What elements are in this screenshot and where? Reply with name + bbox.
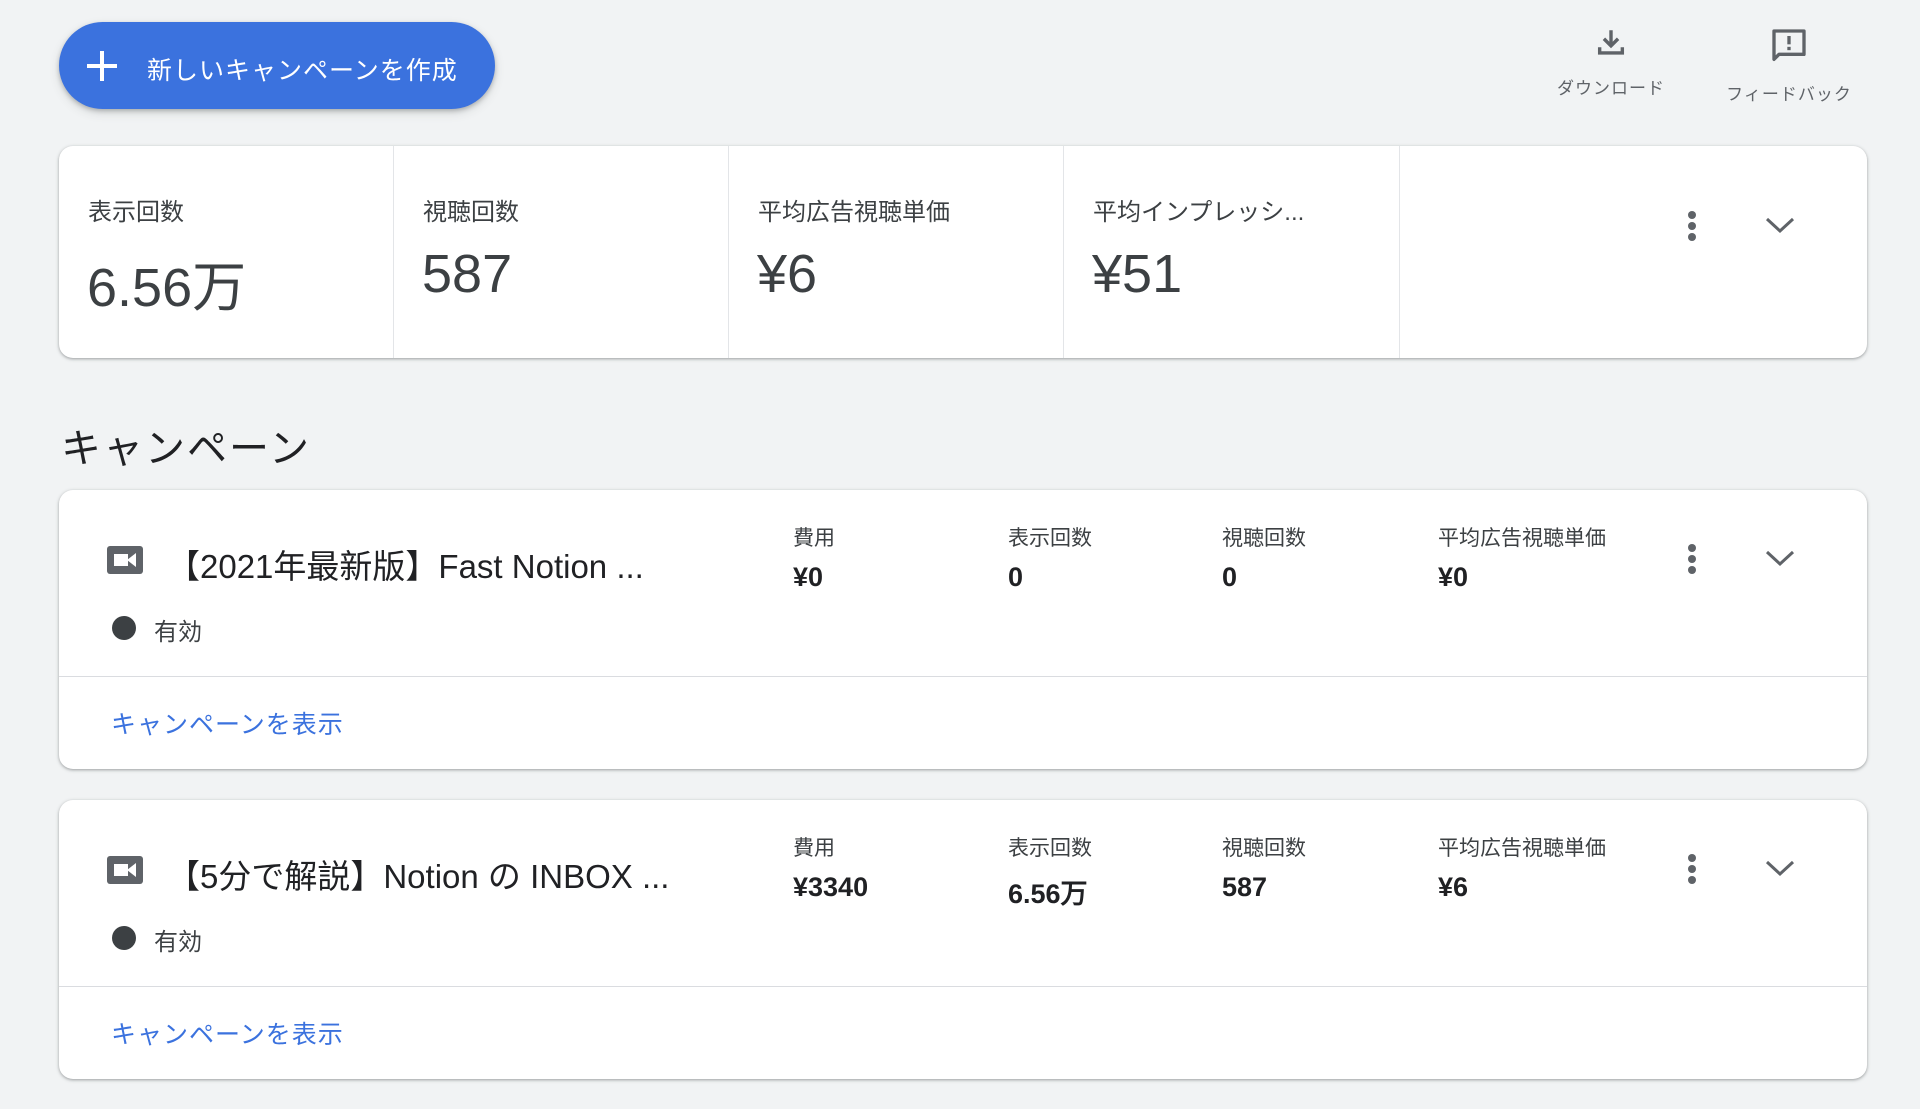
create-campaign-button[interactable]: 新しいキャンペーンを作成 — [59, 22, 495, 109]
campaign-name[interactable]: 【2021年最新版】Fast Notion ... — [167, 540, 644, 588]
video-campaign-icon — [107, 546, 143, 574]
download-label: ダウンロード — [1557, 79, 1665, 98]
download-button[interactable]: ダウンロード — [1536, 26, 1686, 99]
metric-value: ¥3340 — [793, 872, 869, 902]
more-options-button[interactable] — [1672, 538, 1712, 578]
campaign-metric-avg-cpv: 平均広告視聴単価 ¥6 — [1438, 832, 1606, 903]
metric-value: ¥51 — [1092, 244, 1183, 304]
divider — [59, 986, 1867, 987]
video-campaign-icon — [107, 856, 143, 884]
more-options-button[interactable] — [1672, 848, 1712, 888]
campaign-metric-impressions: 表示回数 0 — [1008, 522, 1092, 593]
view-campaign-link[interactable]: キャンペーンを表示 — [111, 1015, 344, 1051]
metric-value: 0 — [1008, 562, 1024, 592]
metric-label: 表示回数 — [1008, 527, 1092, 550]
metric-value: ¥0 — [793, 562, 824, 592]
kebab-icon — [1688, 854, 1696, 862]
campaign-metric-cost: 費用 ¥0 — [793, 522, 835, 593]
create-campaign-label: 新しいキャンペーンを作成 — [147, 57, 458, 85]
kebab-icon — [1688, 544, 1696, 552]
feedback-label: フィードバック — [1726, 85, 1852, 104]
metric-label: 視聴回数 — [1222, 527, 1306, 550]
metric-value: 0 — [1222, 562, 1238, 592]
metric-label: 表示回数 — [88, 199, 184, 226]
metric-value: ¥6 — [757, 244, 818, 304]
campaign-metric-views: 視聴回数 587 — [1222, 832, 1306, 903]
status-label: 有効 — [154, 929, 202, 956]
metric-label: 平均インプレッシ... — [1093, 199, 1305, 226]
summary-metric-views[interactable]: 視聴回数 587 — [394, 146, 729, 358]
metric-value: 587 — [1222, 872, 1268, 902]
status-dot-icon — [112, 926, 136, 950]
kebab-icon — [1688, 211, 1696, 219]
metric-label: 平均広告視聴単価 — [758, 199, 950, 226]
metric-label: 表示回数 — [1008, 837, 1092, 860]
section-title: キャンペーン — [61, 427, 311, 471]
summary-metric-impressions[interactable]: 表示回数 6.56万 — [59, 146, 394, 358]
campaign-metric-impressions: 表示回数 6.56万 — [1008, 832, 1092, 911]
metric-label: 費用 — [793, 527, 835, 550]
metric-value: ¥0 — [1438, 562, 1469, 592]
metric-value: ¥6 — [1438, 872, 1469, 902]
feedback-button[interactable]: フィードバック — [1714, 26, 1864, 105]
summary-metric-avg-cpm[interactable]: 平均インプレッシ... ¥51 — [1064, 146, 1400, 358]
feedback-icon — [1772, 29, 1806, 61]
status-label: 有効 — [154, 619, 202, 646]
summary-card: 表示回数 6.56万 視聴回数 587 平均広告視聴単価 ¥6 平均インプレッシ… — [59, 146, 1867, 358]
campaign-metric-cost: 費用 ¥3340 — [793, 832, 868, 903]
campaign-card: 【5分で解説】Notion の INBOX ... 有効 費用 ¥3340 表示… — [59, 800, 1867, 1079]
metric-value: 6.56万 — [87, 258, 247, 318]
summary-metric-avg-cpv[interactable]: 平均広告視聴単価 ¥6 — [729, 146, 1064, 358]
metric-value: 587 — [422, 244, 513, 304]
metric-label: 平均広告視聴単価 — [1438, 527, 1606, 550]
more-options-button[interactable] — [1672, 205, 1712, 245]
metric-label: 視聴回数 — [1222, 837, 1306, 860]
plus-icon — [87, 51, 117, 81]
metric-value: 6.56万 — [1008, 879, 1088, 909]
chevron-down-icon[interactable] — [1760, 205, 1800, 245]
metric-label: 費用 — [793, 837, 835, 860]
divider — [59, 676, 1867, 677]
campaign-card: 【2021年最新版】Fast Notion ... 有効 費用 ¥0 表示回数 … — [59, 490, 1867, 769]
campaign-metric-views: 視聴回数 0 — [1222, 522, 1306, 593]
chevron-down-icon[interactable] — [1760, 848, 1800, 888]
campaign-name[interactable]: 【5分で解説】Notion の INBOX ... — [167, 850, 669, 898]
metric-label: 視聴回数 — [423, 199, 519, 226]
metric-label: 平均広告視聴単価 — [1438, 837, 1606, 860]
download-icon — [1597, 30, 1625, 55]
campaign-metric-avg-cpv: 平均広告視聴単価 ¥0 — [1438, 522, 1606, 593]
chevron-down-icon[interactable] — [1760, 538, 1800, 578]
view-campaign-link[interactable]: キャンペーンを表示 — [111, 705, 344, 741]
status-dot-icon — [112, 616, 136, 640]
